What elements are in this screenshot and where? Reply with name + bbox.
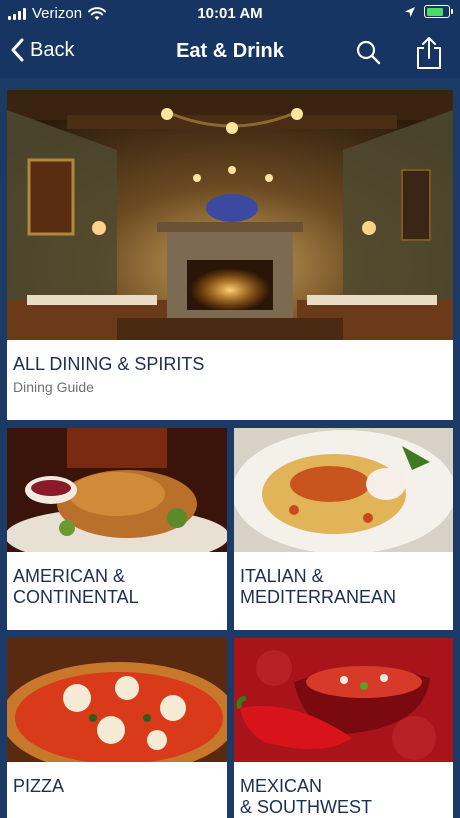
category-card-title: MEXICAN & SOUTHWEST xyxy=(240,776,373,817)
chili-salsa-photo xyxy=(234,638,453,762)
category-card-pizza[interactable]: PIZZA xyxy=(7,638,227,818)
battery-icon xyxy=(424,5,453,18)
category-card-title: AMERICAN & CONTINENTAL xyxy=(13,566,139,607)
category-card-italian[interactable]: ITALIAN & MEDITERRANEAN xyxy=(234,428,453,630)
category-card-mexican[interactable]: MEXICAN & SOUTHWEST xyxy=(234,638,453,818)
status-time: 10:01 AM xyxy=(197,5,263,22)
battery-fill xyxy=(426,7,444,16)
share-icon[interactable] xyxy=(414,36,444,70)
featured-card-all-dining[interactable]: ALL DINING & SPIRITS Dining Guide xyxy=(7,90,453,420)
status-right xyxy=(404,5,453,18)
category-card-title: PIZZA xyxy=(13,776,65,796)
location-arrow-icon xyxy=(405,6,415,17)
category-card-american[interactable]: AMERICAN & CONTINENTAL xyxy=(7,428,227,630)
featured-card-title: ALL DINING & SPIRITS xyxy=(13,354,205,374)
page-title: Eat & Drink xyxy=(176,40,284,62)
status-bar: Verizon 10:01 AM xyxy=(0,0,460,28)
pasta-photo xyxy=(234,428,453,552)
featured-card-subtitle: Dining Guide xyxy=(13,379,94,395)
roast-turkey-photo xyxy=(7,428,227,552)
search-icon[interactable] xyxy=(356,40,382,66)
nav-bar: Back Eat & Drink xyxy=(0,28,460,78)
pizza-photo xyxy=(7,638,227,762)
category-card-title: ITALIAN & MEDITERRANEAN xyxy=(240,566,397,607)
dining-room-photo xyxy=(7,90,453,340)
